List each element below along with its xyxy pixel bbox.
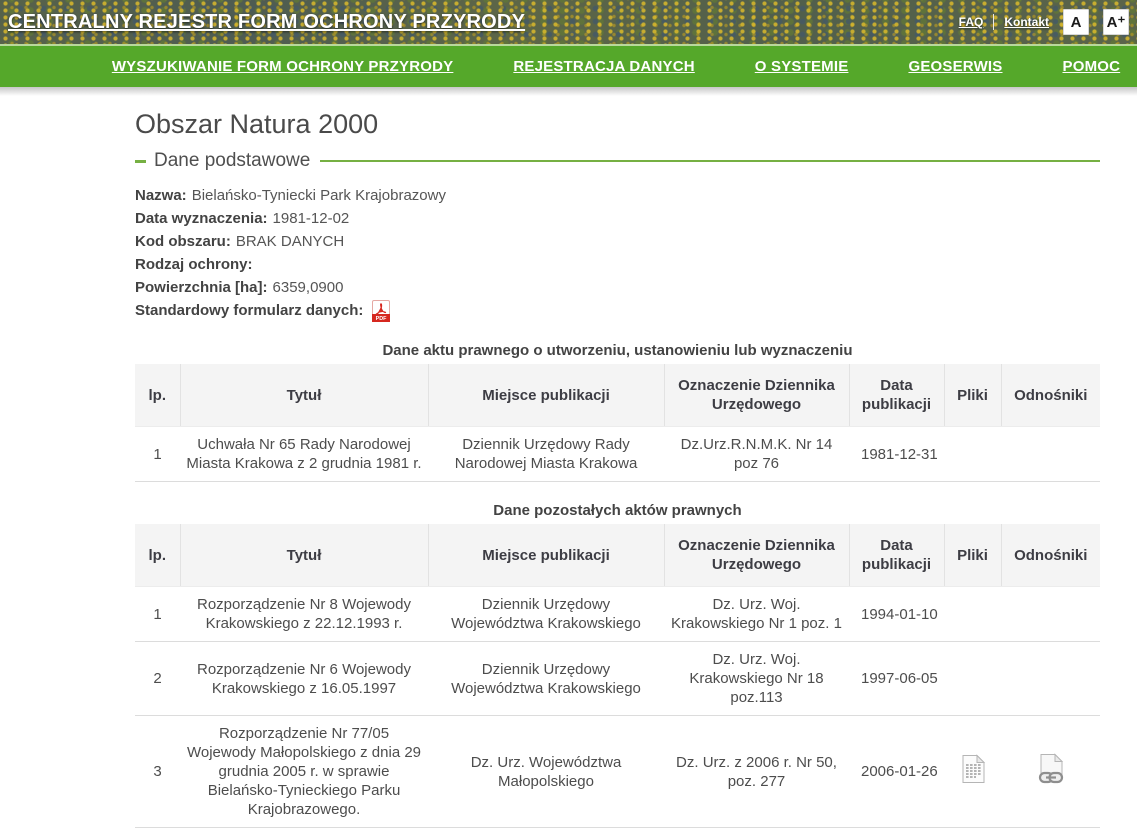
basic-data-fields: Nazwa: Bielańsko-Tyniecki Park Krajobraz… (135, 184, 1100, 322)
font-size-increase-button[interactable]: A⁺ (1103, 9, 1129, 35)
column-header-miejsce: Miejsce publikacji (428, 364, 664, 427)
cell-tytul: Uchwała Nr 65 Rady Narodowej Miasta Krak… (180, 427, 428, 482)
table-pozostale-akty: lp. Tytuł Miejsce publikacji Oznaczenie … (135, 524, 1100, 828)
section-header-dane-podstawowe: Dane podstawowe (135, 150, 1100, 172)
cell-data-publikacji: 1981-12-31 (849, 427, 944, 482)
cell-tytul: Rozporządzenie Nr 6 Wojewody Krakowskieg… (180, 642, 428, 716)
cell-oznaczenie: Dz.Urz.R.N.M.K. Nr 14 poz 76 (664, 427, 849, 482)
faq-link[interactable]: FAQ (959, 15, 984, 29)
kontakt-link[interactable]: Kontakt (1004, 15, 1049, 29)
header-utility-area: FAQ Kontakt A A⁺ (959, 0, 1129, 44)
column-header-lp: lp. (135, 364, 180, 427)
cell-lp: 1 (135, 587, 180, 642)
section-divider-line (320, 160, 1100, 162)
column-header-pliki: Pliki (944, 364, 1001, 427)
svg-text:PDF: PDF (376, 316, 387, 322)
field-value: Bielańsko-Tyniecki Park Krajobrazowy (192, 184, 446, 207)
column-header-tytul: Tytuł (180, 364, 428, 427)
nav-item-geoserwis[interactable]: Geoserwis (908, 58, 1002, 75)
cell-tytul: Rozporządzenie Nr 8 Wojewody Krakowskieg… (180, 587, 428, 642)
cell-oznaczenie: Dz. Urz. Woj. Krakowskiego Nr 18 poz.113 (664, 642, 849, 716)
nav-item-pomoc[interactable]: Pomoc (1063, 58, 1121, 75)
column-header-data: Data publikacji (849, 524, 944, 587)
cell-odnosniki (1001, 716, 1100, 828)
cell-data-publikacji: 1997-06-05 (849, 642, 944, 716)
cell-data-publikacji: 1994-01-10 (849, 587, 944, 642)
section-dash-icon (135, 160, 146, 163)
field-rodzaj-ochrony: Rodzaj ochrony: (135, 253, 1100, 276)
chain-link-file-icon[interactable] (1037, 753, 1065, 785)
cell-miejsce: Dziennik Urzędowy Województwa Krakowskie… (428, 587, 664, 642)
cell-oznaczenie: Dz. Urz. z 2006 r. Nr 50, poz. 277 (664, 716, 849, 828)
cell-odnosniki (1001, 427, 1100, 482)
field-label: Rodzaj ochrony: (135, 253, 253, 276)
field-label: Kod obszaru: (135, 230, 231, 253)
cell-miejsce: Dziennik Urzędowy Rady Narodowej Miasta … (428, 427, 664, 482)
font-size-normal-button[interactable]: A (1063, 9, 1089, 35)
field-powierzchnia: Powierzchnia [ha]: 6359,0900 (135, 276, 1100, 299)
nav-item-o-systemie[interactable]: O systemie (755, 58, 849, 75)
table-row: 3 Rozporządzenie Nr 77/05 Wojewody Małop… (135, 716, 1100, 828)
field-kod-obszaru: Kod obszaru: BRAK DANYCH (135, 230, 1100, 253)
cell-odnosniki (1001, 587, 1100, 642)
table-header-row: lp. Tytuł Miejsce publikacji Oznaczenie … (135, 524, 1100, 587)
field-standardowy-formularz: Standardowy formularz danych: PDF (135, 299, 1100, 322)
section-title: Dane podstawowe (154, 150, 310, 172)
column-header-miejsce: Miejsce publikacji (428, 524, 664, 587)
site-title-link[interactable]: CENTRALNY REJESTR FORM OCHRONY PRZYRODY (8, 11, 525, 34)
column-header-odnosniki: Odnośniki (1001, 364, 1100, 427)
column-header-lp: lp. (135, 524, 180, 587)
table-header-row: lp. Tytuł Miejsce publikacji Oznaczenie … (135, 364, 1100, 427)
table-row: 1 Rozporządzenie Nr 8 Wojewody Krakowski… (135, 587, 1100, 642)
column-header-tytul: Tytuł (180, 524, 428, 587)
field-label: Nazwa: (135, 184, 187, 207)
field-nazwa: Nazwa: Bielańsko-Tyniecki Park Krajobraz… (135, 184, 1100, 207)
cell-oznaczenie: Dz. Urz. Woj. Krakowskiego Nr 1 poz. 1 (664, 587, 849, 642)
nav-item-rejestracja-danych[interactable]: Rejestracja danych (513, 58, 694, 75)
field-label: Standardowy formularz danych: (135, 299, 363, 322)
cell-lp: 2 (135, 642, 180, 716)
column-header-data: Data publikacji (849, 364, 944, 427)
field-data-wyznaczenia: Data wyznaczenia: 1981-12-02 (135, 207, 1100, 230)
cell-lp: 1 (135, 427, 180, 482)
cell-pliki (944, 427, 1001, 482)
nav-item-wyszukiwanie[interactable]: Wyszukiwanie form ochrony przyrody (112, 58, 454, 75)
cell-pliki (944, 716, 1001, 828)
cell-lp: 3 (135, 716, 180, 828)
field-label: Data wyznaczenia: (135, 207, 268, 230)
document-file-icon[interactable] (960, 754, 986, 784)
table-caption-pozostale-akty: Dane pozostałych aktów prawnych (135, 502, 1100, 519)
cell-pliki (944, 587, 1001, 642)
cell-odnosniki (1001, 642, 1100, 716)
field-label: Powierzchnia [ha]: (135, 276, 268, 299)
cell-tytul: Rozporządzenie Nr 77/05 Wojewody Małopol… (180, 716, 428, 828)
cell-miejsce: Dziennik Urzędowy Województwa Krakowskie… (428, 642, 664, 716)
site-header: CENTRALNY REJESTR FORM OCHRONY PRZYRODY … (0, 0, 1137, 44)
table-caption-akt-prawny: Dane aktu prawnego o utworzeniu, ustanow… (135, 342, 1100, 359)
cell-data-publikacji: 2006-01-26 (849, 716, 944, 828)
nav-shadow (0, 87, 1137, 96)
page-title: Obszar Natura 2000 (135, 109, 1100, 140)
column-header-odnosniki: Odnośniki (1001, 524, 1100, 587)
table-row: 2 Rozporządzenie Nr 6 Wojewody Krakowski… (135, 642, 1100, 716)
table-akt-prawny: lp. Tytuł Miejsce publikacji Oznaczenie … (135, 364, 1100, 482)
field-value: BRAK DANYCH (236, 230, 344, 253)
cell-pliki (944, 642, 1001, 716)
column-header-pliki: Pliki (944, 524, 1001, 587)
main-nav: Wyszukiwanie form ochrony przyrody Rejes… (0, 44, 1137, 87)
column-header-oznaczenie: Oznaczenie Dziennika Urzędowego (664, 364, 849, 427)
pdf-file-icon[interactable]: PDF (372, 300, 390, 322)
cell-miejsce: Dz. Urz. Województwa Małopolskiego (428, 716, 664, 828)
column-header-oznaczenie: Oznaczenie Dziennika Urzędowego (664, 524, 849, 587)
field-value: 6359,0900 (273, 276, 344, 299)
main-content: Obszar Natura 2000 Dane podstawowe Nazwa… (135, 109, 1100, 828)
table-row: 1 Uchwała Nr 65 Rady Narodowej Miasta Kr… (135, 427, 1100, 482)
header-divider (993, 14, 994, 30)
field-value: 1981-12-02 (273, 207, 350, 230)
